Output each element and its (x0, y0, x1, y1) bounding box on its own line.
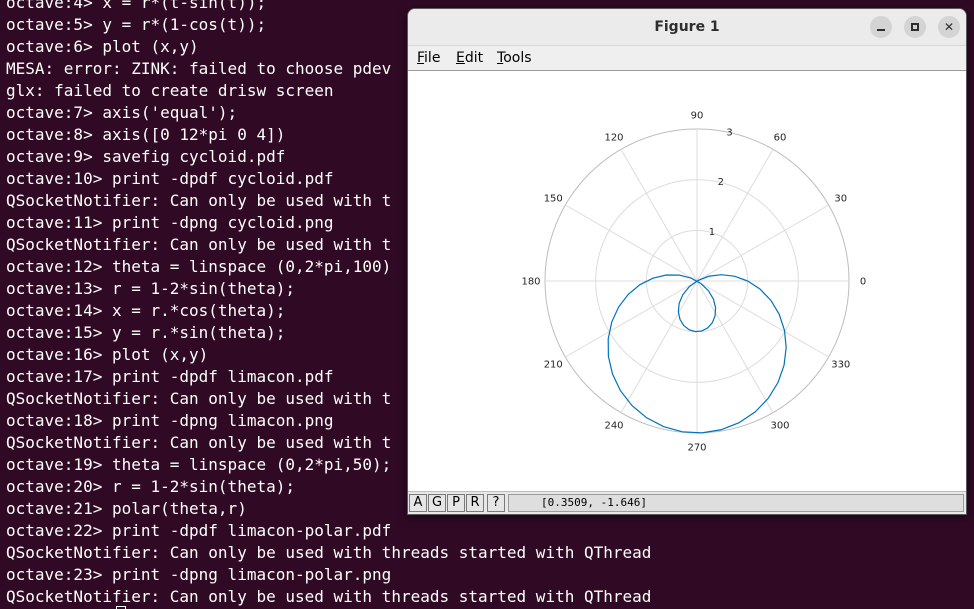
angle-tick-label: 180 (521, 277, 540, 288)
angular-grid-line (696, 280, 774, 413)
angle-tick-label: 90 (691, 111, 704, 122)
terminal-line: octave:8> axis([0 12*pi 0 4]) (6, 125, 286, 144)
angular-grid-line (620, 280, 698, 413)
angle-tick-label: 120 (604, 133, 623, 144)
terminal-line: octave:20> r = 1-2*sin(theta); (6, 477, 295, 496)
close-button[interactable]: ✕ (938, 16, 960, 38)
terminal-line: octave:14> x = r.*cos(theta); (6, 301, 286, 320)
angle-tick-label: 150 (544, 194, 563, 205)
terminal-line: octave:4> x = r*(t-sin(t)); (6, 0, 267, 12)
grid-toggle-button[interactable]: G (428, 494, 446, 512)
terminal-line: QSocketNotifier: Can only be used with t… (6, 587, 652, 606)
figure-window[interactable]: Figure 1 ✕ File Edit Tools 0 30 60 90 120 150… (407, 8, 967, 515)
figure-statusbar: A G P R ? [0.3509, -1.646] (408, 491, 966, 514)
terminal-line: QSocketNotifier: Can only be used with t… (6, 543, 652, 562)
terminal-line: octave:15> y = r.*sin(theta); (6, 323, 286, 342)
rotate-button[interactable]: R (466, 494, 484, 512)
angle-tick-label: 240 (604, 420, 623, 431)
angular-grid-line (620, 149, 698, 282)
terminal-line: QSocketNotifier: Can only be used with t (6, 389, 392, 408)
terminal-line: octave:17> print -dpdf limacon.pdf (6, 367, 334, 386)
pan-button[interactable]: P (447, 494, 465, 512)
terminal-line: MESA: error: ZINK: failed to choose pdev (6, 59, 392, 78)
terminal-line: octave:12> theta = linspace (0,2*pi,100) (6, 257, 392, 276)
terminal-line: octave:23> print -dpng limacon-polar.png (6, 565, 392, 584)
angle-tick-label: 0 (860, 277, 866, 288)
polar-plot: 0 30 60 90 120 150 180 210 240 270 300 330 1 2 3 (521, 111, 866, 454)
radial-tick-label: 2 (718, 177, 724, 188)
angular-grid-line (696, 204, 829, 282)
terminal-line: octave:21> polar(theta,r) (6, 499, 247, 518)
terminal-line: octave:6> plot (x,y) (6, 37, 199, 56)
plot-canvas[interactable]: 0 30 60 90 120 150 180 210 240 270 300 330 1 2 3 (408, 71, 966, 491)
maximize-button[interactable] (904, 16, 926, 38)
terminal-line: octave:9> savefig cycloid.pdf (6, 147, 286, 166)
radial-tick-label: 1 (709, 227, 715, 238)
terminal-line: octave:19> theta = linspace (0,2*pi,50); (6, 455, 392, 474)
terminal-line: octave:5> y = r*(1-cos(t)); (6, 15, 267, 34)
menu-file[interactable]: File (417, 49, 440, 67)
autoscale-button[interactable]: A (409, 494, 427, 512)
angle-tick-label: 330 (831, 360, 850, 371)
terminal-line: octave:10> print -dpdf cycloid.pdf (6, 169, 334, 188)
angular-grid-line (565, 204, 698, 282)
terminal-line: octave:18> print -dpng limacon.png (6, 411, 334, 430)
angle-tick-label: 60 (774, 133, 787, 144)
angle-tick-label: 30 (834, 194, 847, 205)
help-button[interactable]: ? (487, 494, 505, 512)
angular-grid-line (696, 149, 774, 282)
angle-tick-label: 210 (544, 360, 563, 371)
terminal-line: glx: failed to create drisw screen (6, 81, 334, 100)
angle-tick-label: 300 (770, 420, 789, 431)
minimize-button[interactable] (870, 16, 892, 38)
menu-edit[interactable]: Edit (456, 49, 483, 67)
coordinate-readout: [0.3509, -1.646] (508, 494, 964, 512)
close-icon: ✕ (943, 20, 955, 34)
terminal-line: QSocketNotifier: Can only be used with t (6, 433, 392, 452)
radial-tick-label: 3 (726, 127, 732, 138)
terminal-line: octave:16> plot (x,y) (6, 345, 209, 364)
terminal-line: QSocketNotifier: Can only be used with t (6, 191, 392, 210)
terminal-line: octave:7> axis('equal'); (6, 103, 238, 122)
terminal-line: octave:22> print -dpdf limacon-polar.pdf (6, 521, 392, 540)
menu-tools[interactable]: Tools (497, 49, 532, 67)
minimize-icon (877, 29, 885, 31)
figure-titlebar[interactable]: Figure 1 ✕ (408, 9, 966, 46)
angle-tick-label: 270 (687, 443, 706, 454)
maximize-icon (911, 23, 919, 31)
terminal-line: QSocketNotifier: Can only be used with t (6, 235, 392, 254)
terminal-line: octave:13> r = 1-2*sin(theta); (6, 279, 295, 298)
terminal-line: octave:11> print -dpng cycloid.png (6, 213, 334, 232)
figure-menubar: File Edit Tools (408, 46, 966, 71)
